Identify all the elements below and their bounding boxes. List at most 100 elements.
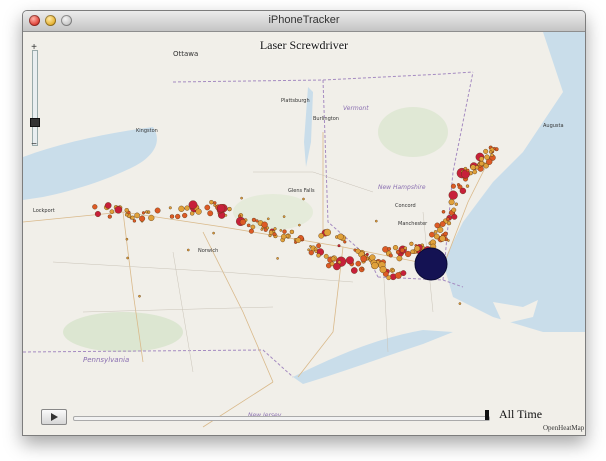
heat-dot (323, 228, 332, 237)
heat-dot (109, 209, 115, 214)
heat-dot (345, 256, 354, 265)
heat-dot (132, 219, 137, 223)
heat-dot (114, 205, 123, 214)
place-label-norwich: Norwich (198, 248, 218, 254)
heat-dot (465, 184, 470, 188)
heat-dot (239, 219, 247, 226)
heat-dot (474, 165, 479, 170)
heat-dot (282, 229, 287, 234)
time-slider[interactable] (73, 416, 490, 421)
heat-dot (330, 256, 336, 262)
heat-dot (251, 217, 256, 222)
heat-dot (195, 208, 202, 215)
time-label: All Time (499, 407, 543, 421)
heat-dot (298, 223, 301, 227)
heat-dot (483, 148, 489, 154)
heat-dot (355, 248, 361, 254)
heat-dot (104, 202, 112, 209)
heat-dot (272, 230, 276, 234)
heat-dot (361, 267, 365, 271)
forest-area (63, 312, 183, 352)
heat-dot (451, 207, 457, 213)
heat-dot (337, 244, 341, 248)
heat-dot (445, 217, 450, 222)
heat-dot (410, 249, 415, 254)
heat-dot (216, 203, 226, 213)
heat-dot (178, 205, 185, 212)
zoom-slider[interactable] (32, 50, 38, 146)
heat-dot (148, 214, 155, 222)
heat-dot (141, 211, 146, 215)
heat-dot (433, 230, 438, 234)
heat-dot (188, 200, 198, 210)
heat-dot (139, 215, 146, 222)
heat-dot (302, 197, 305, 201)
heat-dot (169, 214, 175, 219)
heat-dot (309, 244, 312, 248)
heat-dot (154, 207, 161, 214)
heat-dot (443, 231, 448, 237)
map-credit: OpenHeatMap (543, 424, 585, 432)
heat-dot (484, 154, 490, 160)
heat-dot (434, 222, 441, 229)
play-icon (51, 413, 58, 421)
map-title: Laser Screwdriver (259, 38, 349, 52)
heat-dot (403, 246, 407, 250)
heat-dot (92, 204, 98, 210)
map-canvas[interactable]: Ottawa Vermont New Hampshire Plattsburgh… (23, 32, 585, 435)
heat-dot (323, 253, 329, 259)
heat-dot (276, 257, 279, 260)
heat-dot (466, 168, 470, 173)
heat-dot (414, 245, 421, 252)
forest-area (378, 107, 448, 157)
heat-dot (447, 239, 450, 242)
heat-dot (282, 215, 286, 218)
heat-dot (489, 150, 493, 154)
heat-dot (386, 275, 392, 281)
heat-dot (333, 262, 341, 271)
heat-dot (209, 199, 214, 205)
heat-dot (126, 256, 129, 260)
heat-dot (272, 232, 277, 237)
zoom-handle[interactable] (30, 118, 40, 127)
place-label-pennsylvania: Pennsylvania (83, 356, 129, 364)
heat-dot (255, 219, 259, 223)
heat-dot (307, 248, 311, 252)
heat-dot (144, 210, 148, 214)
map-view[interactable]: Ottawa Vermont New Hampshire Plattsburgh… (23, 32, 585, 435)
heat-dot (490, 153, 494, 157)
heat-dot (450, 183, 456, 189)
heat-dot (441, 209, 446, 214)
heat-dot (289, 229, 295, 235)
place-label-burlington: Burlington (313, 116, 339, 122)
heat-dot (343, 240, 347, 244)
play-button[interactable] (41, 409, 67, 425)
heat-dot (429, 231, 435, 238)
heat-dot (454, 202, 458, 206)
time-slider-handle[interactable] (485, 410, 489, 420)
heat-dot (387, 246, 392, 251)
heat-dot (224, 214, 228, 217)
heat-dot (451, 213, 458, 220)
heat-dot (479, 160, 485, 167)
window-title: iPhoneTracker (268, 14, 340, 26)
heat-dot (371, 262, 379, 270)
heat-dot (369, 254, 376, 261)
place-label-vermont: Vermont (343, 105, 369, 112)
title-bar[interactable]: iPhoneTracker (23, 11, 585, 32)
zoom-out-button[interactable]: − (29, 140, 39, 150)
hotspot-marker[interactable] (414, 247, 448, 281)
heat-dot (448, 199, 455, 206)
forest-area (233, 194, 313, 230)
heat-dot (279, 229, 283, 232)
heat-dot (273, 227, 277, 231)
heat-dot (439, 221, 446, 227)
heat-dot (189, 211, 195, 216)
heat-dot (394, 272, 402, 279)
heat-dot (213, 203, 217, 207)
heat-dot (400, 270, 407, 277)
app-window: iPhoneTracker Ottawa Vermont New Hampshi… (22, 10, 586, 436)
heat-dot (392, 245, 399, 251)
heat-dot (391, 268, 396, 273)
heat-dot (124, 212, 129, 217)
